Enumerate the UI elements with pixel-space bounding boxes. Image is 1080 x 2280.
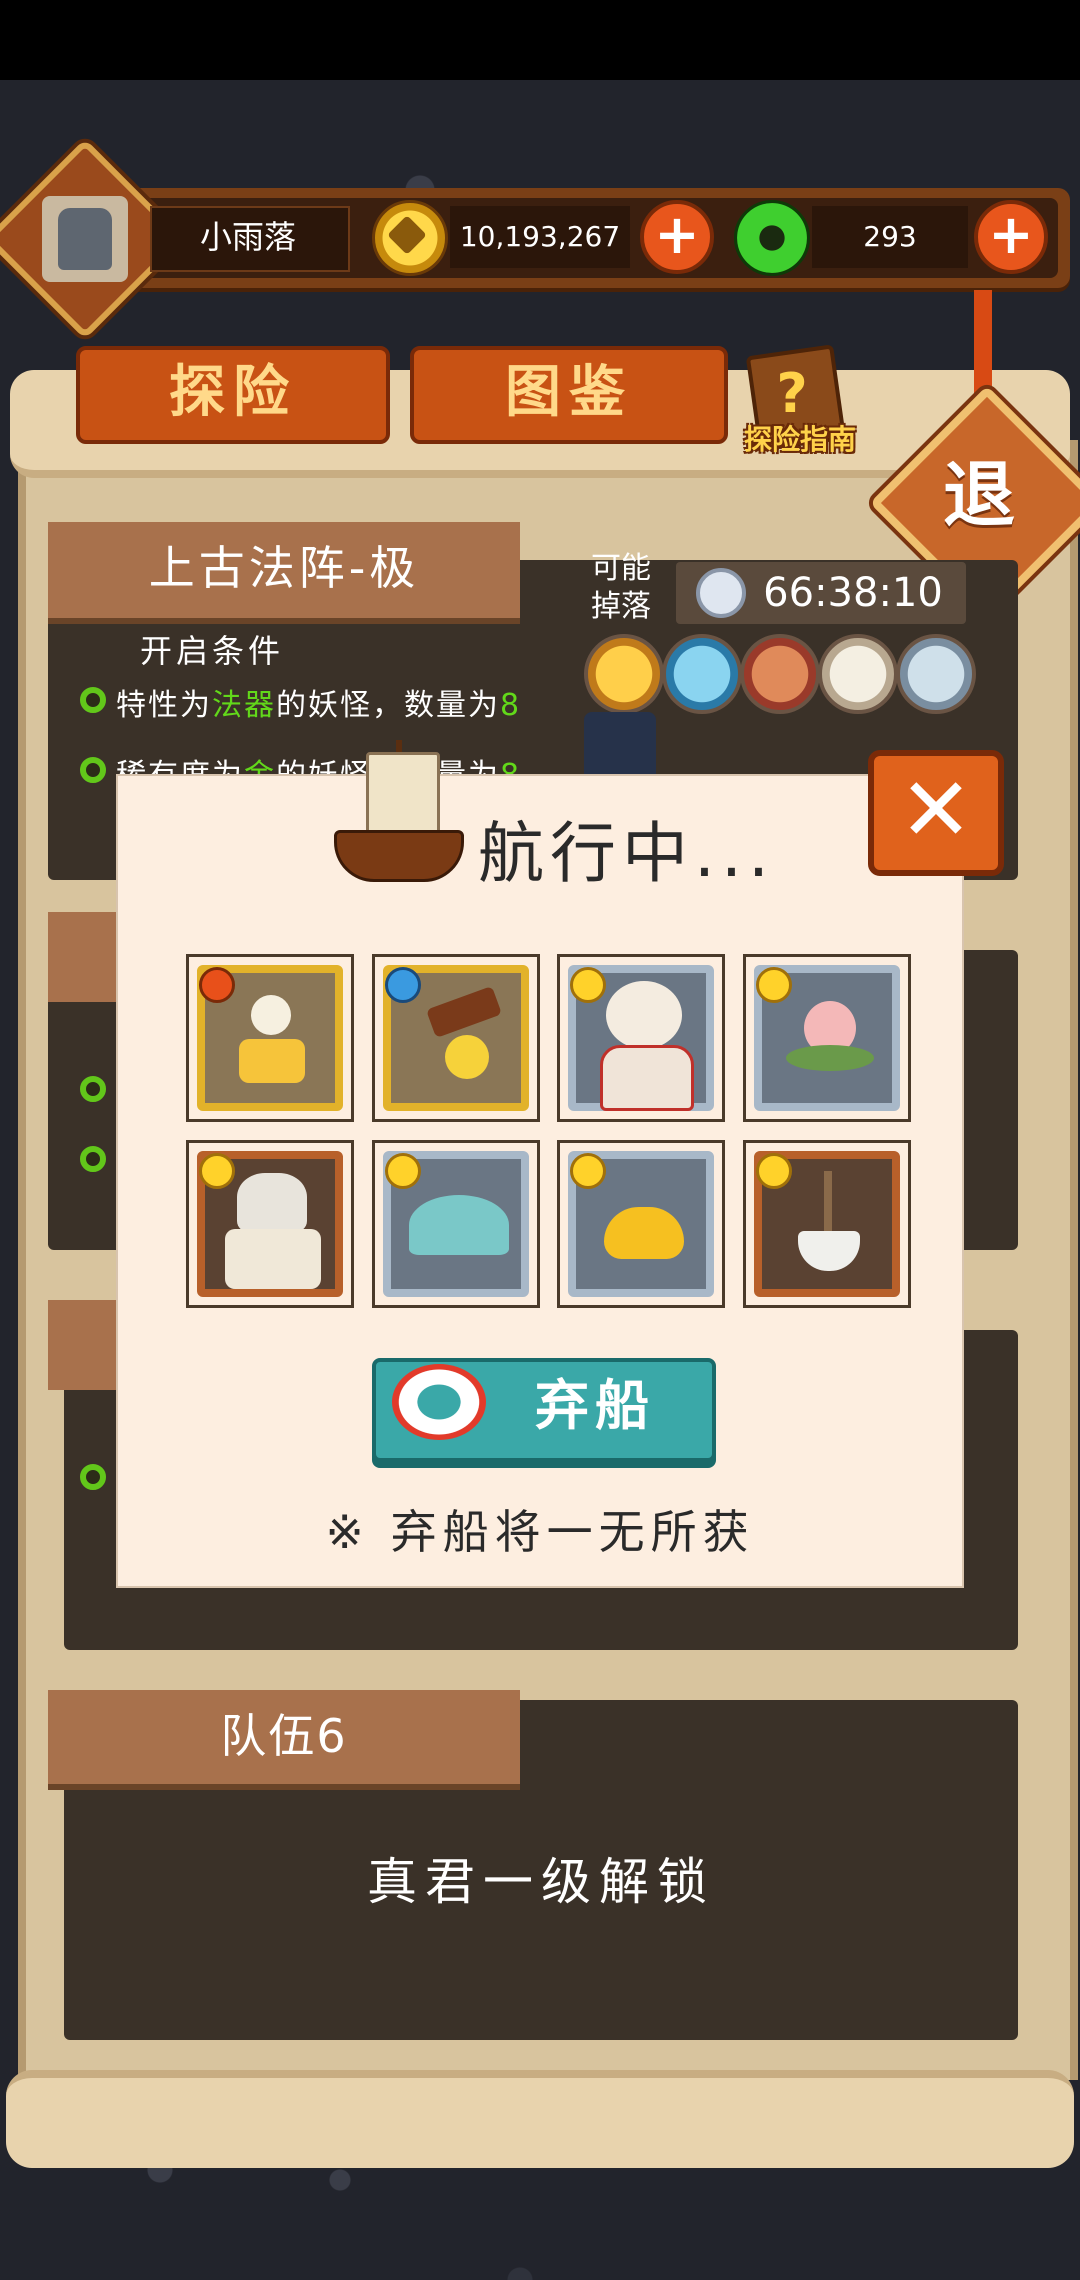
sun-icon [199,1153,235,1189]
condition-check-icon [80,1076,106,1102]
sun-icon [756,967,792,1003]
expedition-title: 上古法阵-极 [48,522,520,624]
status-bar [0,0,1080,80]
condition-1: 特性为法器的妖怪，数量为8 [116,688,522,723]
close-button[interactable]: ✕ [868,750,1004,876]
doll-head [251,995,291,1035]
scroll-icon[interactable] [818,634,898,714]
knight-helmet [237,1173,307,1233]
sun-icon [385,1153,421,1189]
member-slot-3[interactable] [557,954,725,1122]
guide-label[interactable]: 探险指南 [734,418,866,458]
player-name: 小雨落 [199,218,296,256]
team6-title: 队伍6 [48,1690,520,1790]
blue-flame-icon[interactable] [584,712,656,784]
coins-icon[interactable] [662,634,742,714]
dice-icon[interactable] [896,634,976,714]
add-jade-button[interactable]: + [974,200,1048,274]
team6-unlock-text: 真君一级解锁 [367,1853,715,1911]
lantern-avatar-icon [58,208,112,270]
tab-codex[interactable]: 图鉴 [410,346,728,444]
open-conditions-label: 开启条件 [140,632,285,670]
bat-icon [409,1195,509,1255]
sun-icon [570,967,606,1003]
ship-icon [334,830,464,882]
incense-stick [824,1171,832,1235]
condition-check-icon [80,1146,106,1172]
cannon-chick-icon [445,1035,489,1079]
money-bag-icon[interactable] [740,634,820,714]
gold-ingot-doll-icon [239,1039,305,1083]
condition-check-icon [80,687,106,713]
condition-check-icon [80,757,106,783]
condition-check-icon [80,1464,106,1490]
abandon-ship-label[interactable]: 弃船 [490,1358,700,1454]
jade-icon [734,200,810,276]
member-slot-8[interactable] [743,1140,911,1308]
armored-knight-icon [225,1229,321,1289]
gold-ingot-icon [604,1207,684,1259]
exit-label[interactable]: 退 [904,420,1054,570]
timer: 66:38:10 [763,570,943,616]
seal-icon[interactable] [584,634,664,714]
stopwatch-icon [696,568,746,618]
member-slot-6[interactable] [372,1140,540,1308]
drop-label: 可能掉落 [591,551,651,624]
fox-girl-head [606,981,682,1049]
gold-amount: 10,193,267 [459,220,621,253]
fox-girl-icon [600,1045,694,1111]
lifebuoy-icon [392,1364,486,1440]
dialog-title: 航行中... [478,815,775,892]
member-slot-1[interactable] [186,954,354,1122]
sun-icon [756,1153,792,1189]
abandon-warning: ※ 弃船将一无所获 [325,1505,755,1559]
sun-icon [570,1153,606,1189]
peach-leaves [786,1045,874,1071]
member-slot-7[interactable] [557,1140,725,1308]
member-slot-2[interactable] [372,954,540,1122]
member-slot-5[interactable] [186,1140,354,1308]
tab-explore[interactable]: 探险 [76,346,390,444]
scroll-bottom-roll [6,2070,1074,2168]
add-gold-button[interactable]: + [640,200,714,274]
fire-icon [199,967,235,1003]
member-slot-4[interactable] [743,954,911,1122]
ship-sail [366,752,440,840]
water-icon [385,967,421,1003]
jade-amount: 293 [863,220,917,253]
